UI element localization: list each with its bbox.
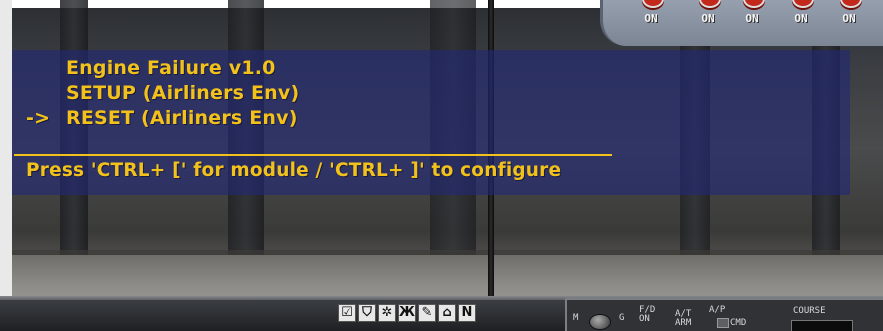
selection-marker: -> — [26, 107, 51, 129]
menu-title: Engine Failure v1.0 — [66, 57, 276, 79]
gear-icon[interactable]: ✲ — [378, 304, 396, 322]
switch-label: ON — [745, 12, 759, 25]
nav-icon[interactable]: N — [458, 304, 476, 322]
switch-knob-icon — [699, 0, 721, 8]
mcp-label-g: G — [619, 313, 625, 323]
overhead-switch[interactable]: ON — [831, 0, 867, 34]
map-icon[interactable]: ⌂ — [438, 304, 456, 322]
overhead-switch[interactable]: ON — [633, 0, 669, 34]
shield-check-icon[interactable]: ⛉ — [358, 304, 376, 322]
mcp-label-m: M — [573, 313, 579, 323]
overhead-switch[interactable]: ON — [783, 0, 819, 34]
menu-divider — [14, 154, 612, 156]
switch-label: ON — [842, 12, 856, 25]
switch-label: ON — [644, 12, 658, 25]
overhead-panel: ON ON ON ON ON — [600, 0, 883, 46]
mcp-label-ap: A/P — [709, 305, 726, 315]
mcp-label-fd: F/D ON — [639, 305, 656, 324]
switch-label: ON — [701, 12, 715, 25]
switch-knob-icon — [792, 0, 814, 8]
overhead-switch[interactable]: ON — [690, 0, 726, 34]
switch-knob-icon — [840, 0, 862, 8]
menu-item-setup[interactable]: SETUP (Airliners Env) — [66, 82, 299, 104]
mcp-label-course: COURSE — [793, 306, 826, 316]
menu-item-reset[interactable]: RESET (Airliners Env) — [66, 107, 298, 129]
switch-label: ON — [794, 12, 808, 25]
mcp-label-cmd: CMD — [730, 318, 747, 328]
mcp-knob[interactable] — [589, 314, 611, 330]
left-edge — [0, 0, 12, 331]
course-display — [791, 320, 853, 331]
mcp-label-at: A/T ARM — [675, 309, 692, 328]
checkbox-icon[interactable]: ☑ — [338, 304, 356, 322]
sim-toolbar: ☑ ⛉ ✲ Ж ✎ ⌂ N — [338, 304, 476, 322]
edit-icon[interactable]: ✎ — [418, 304, 436, 322]
switch-knob-icon — [642, 0, 664, 8]
mode-control-panel: M G F/D ON A/T ARM A/P CMD COURSE — [565, 298, 883, 331]
menu-hint: Press 'CTRL+ [' for module / 'CTRL+ ]' t… — [26, 160, 562, 181]
switch-knob-icon — [743, 0, 765, 8]
antenna-icon[interactable]: Ж — [398, 304, 416, 322]
mcp-cmd-button[interactable] — [717, 318, 729, 328]
flight-sim-scene: ON ON ON ON ON Engine Failure v1.0 SETUP… — [0, 0, 883, 331]
overhead-switch[interactable]: ON — [734, 0, 770, 34]
